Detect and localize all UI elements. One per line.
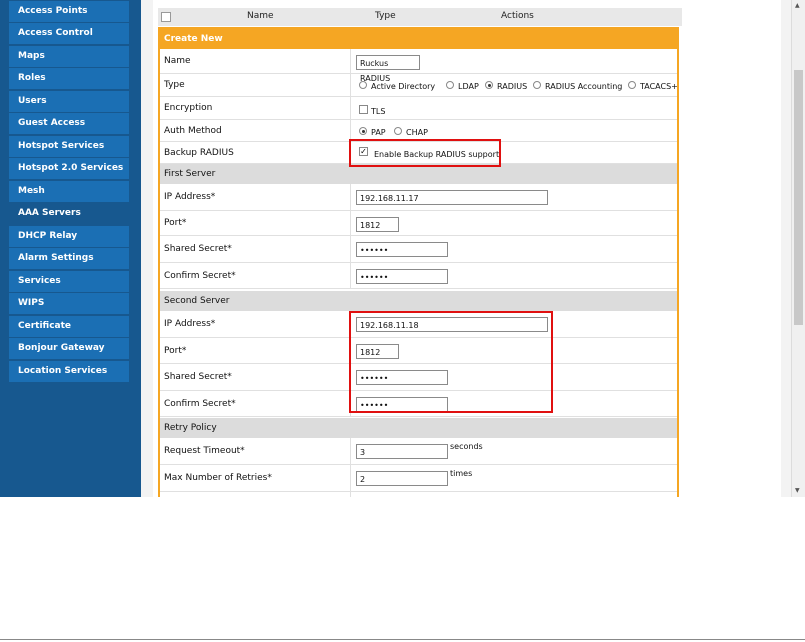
sidebar-item-wips[interactable]: WIPS	[9, 293, 129, 314]
first-server-heading: First Server	[164, 169, 216, 179]
max-retries-unit: times	[450, 469, 473, 478]
sidebar-item-mesh[interactable]: Mesh	[9, 181, 129, 202]
scroll-down-icon[interactable]: ▼	[795, 487, 800, 494]
type-radio-tacacs[interactable]	[628, 81, 636, 89]
request-timeout-row: Request Timeout* 3 seconds	[160, 438, 677, 465]
highlight-second-server	[349, 311, 553, 413]
auth-option-chap: CHAP	[406, 128, 428, 137]
type-radio-ldap[interactable]	[446, 81, 454, 89]
max-retries-row: Max Number of Retries* 2 times	[160, 465, 677, 492]
create-new-form: Create New Name Ruckus RADIUS Type Activ…	[158, 27, 679, 497]
sidebar-item-guest-access[interactable]: Guest Access	[9, 113, 129, 134]
type-option-radius-accounting: RADIUS Accounting	[545, 82, 623, 91]
column-header-type[interactable]: Type	[375, 11, 396, 21]
sidebar-item-alarm-settings[interactable]: Alarm Settings	[9, 248, 129, 269]
name-row: Name Ruckus RADIUS	[160, 49, 677, 83]
sidebar-item-hotspot-services[interactable]: Hotspot Services	[9, 136, 129, 157]
type-radio-active-directory[interactable]	[359, 81, 367, 89]
request-timeout-label: Request Timeout*	[164, 446, 245, 456]
auth-radio-pap[interactable]	[359, 127, 367, 135]
sidebar-item-users[interactable]: Users	[9, 91, 129, 112]
sidebar-item-certificate[interactable]: Certificate	[9, 316, 129, 337]
vertical-scrollbar[interactable]: ▲ ▼	[791, 0, 805, 497]
sidebar-item-bonjour-gateway[interactable]: Bonjour Gateway	[9, 338, 129, 359]
next-row-partial	[160, 492, 677, 497]
type-row: Type Active Directory LDAP RADIUS RADIUS…	[160, 74, 677, 97]
sidebar-item-aaa-servers[interactable]: AAA Servers	[9, 203, 129, 224]
second-ip-label: IP Address*	[164, 319, 216, 329]
auth-option-pap: PAP	[371, 128, 386, 137]
max-retries-label: Max Number of Retries*	[164, 473, 272, 483]
first-port-row: Port* 1812	[160, 211, 677, 236]
type-option-ldap: LDAP	[458, 82, 479, 91]
request-timeout-unit: seconds	[450, 442, 483, 451]
tls-option-label: TLS	[371, 107, 386, 116]
first-secret-input[interactable]: ••••••	[356, 242, 448, 257]
type-radio-radius[interactable]	[485, 81, 493, 89]
tls-checkbox[interactable]	[359, 105, 368, 114]
first-confirm-row: Confirm Secret* ••••••	[160, 263, 677, 289]
first-ip-row: IP Address* 192.168.11.17	[160, 184, 677, 211]
first-ip-label: IP Address*	[164, 192, 216, 202]
second-server-heading: Second Server	[164, 296, 230, 306]
form-title: Create New	[160, 29, 677, 49]
first-secret-row: Shared Secret* ••••••	[160, 236, 677, 263]
name-label: Name	[164, 56, 191, 66]
type-option-radius: RADIUS	[497, 82, 528, 91]
sidebar-item-services[interactable]: Services	[9, 271, 129, 292]
type-option-active-directory: Active Directory	[371, 82, 436, 91]
type-option-tacacs: TACACS+	[640, 82, 678, 91]
sidebar-item-hotspot-2-services[interactable]: Hotspot 2.0 Services	[9, 158, 129, 179]
first-confirm-input[interactable]: ••••••	[356, 269, 448, 284]
sidebar-nav: Access Points Access Control Maps Roles …	[0, 0, 141, 497]
sidebar-item-access-points[interactable]: Access Points	[9, 1, 129, 22]
highlight-backup-radius	[349, 139, 501, 167]
name-input[interactable]: Ruckus RADIUS	[356, 55, 420, 83]
retry-policy-section: Retry Policy	[160, 418, 677, 438]
second-secret-label: Shared Secret*	[164, 372, 232, 382]
backup-radius-label: Backup RADIUS	[164, 147, 234, 158]
sidebar-item-roles[interactable]: Roles	[9, 68, 129, 89]
max-retries-input[interactable]: 2	[356, 471, 448, 486]
type-label: Type	[164, 80, 185, 90]
select-all-checkbox[interactable]	[161, 12, 171, 22]
encryption-row: Encryption TLS	[160, 97, 677, 120]
sidebar-item-maps[interactable]: Maps	[9, 46, 129, 67]
sidebar-item-dhcp-relay[interactable]: DHCP Relay	[9, 226, 129, 247]
bottom-divider	[0, 639, 805, 640]
first-ip-input[interactable]: 192.168.11.17	[356, 190, 548, 205]
scrollbar-thumb[interactable]	[794, 70, 803, 325]
column-header-actions: Actions	[501, 11, 534, 21]
type-radio-radius-accounting[interactable]	[533, 81, 541, 89]
auth-radio-chap[interactable]	[394, 127, 402, 135]
request-timeout-input[interactable]: 3	[356, 444, 448, 459]
first-port-input[interactable]: 1812	[356, 217, 399, 232]
first-secret-label: Shared Secret*	[164, 244, 232, 254]
first-server-section: First Server	[160, 164, 677, 184]
first-port-label: Port*	[164, 218, 187, 228]
encryption-label: Encryption	[164, 103, 213, 113]
second-server-section: Second Server	[160, 291, 677, 311]
auth-method-label: Auth Method	[164, 125, 222, 136]
retry-policy-heading: Retry Policy	[164, 423, 217, 433]
sidebar-item-access-control[interactable]: Access Control	[9, 23, 129, 44]
second-port-label: Port*	[164, 345, 187, 356]
scroll-up-icon[interactable]: ▲	[795, 2, 800, 9]
first-confirm-label: Confirm Secret*	[164, 270, 236, 281]
column-header-name[interactable]: Name	[247, 11, 274, 21]
table-header: Name Type Actions	[158, 8, 682, 26]
sidebar-item-location-services[interactable]: Location Services	[9, 361, 129, 382]
second-confirm-label: Confirm Secret*	[164, 398, 236, 409]
